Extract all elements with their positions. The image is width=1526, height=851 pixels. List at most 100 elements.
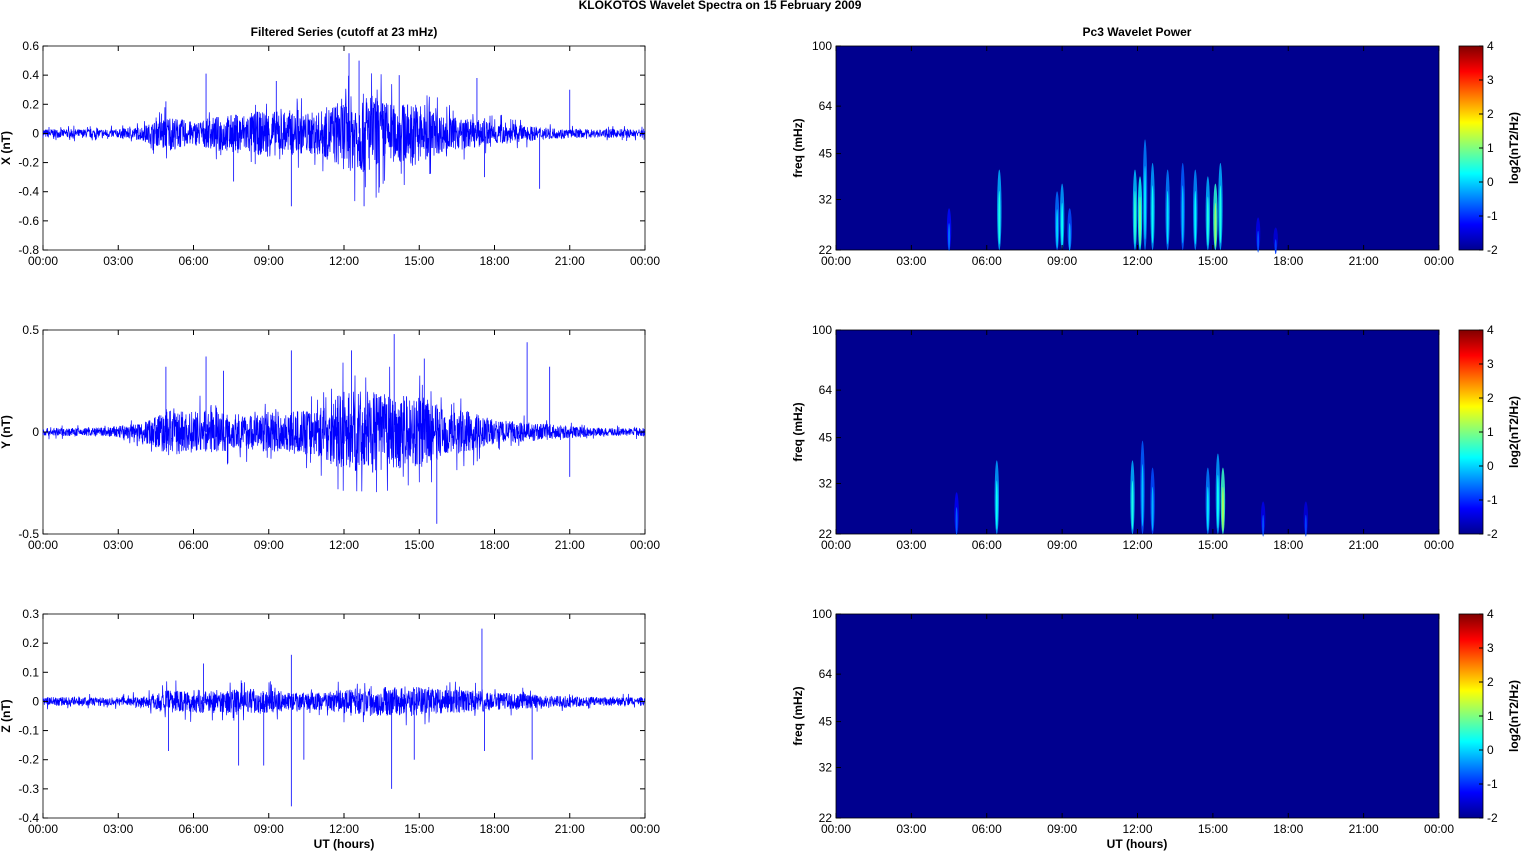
wavelet-x-tick-label: 09:00 (1047, 822, 1077, 836)
series-x-tick-label: 18:00 (479, 538, 509, 552)
series-x-tick-label: 03:00 (103, 254, 133, 268)
wavelet-x-tick-label: 03:00 (896, 538, 926, 552)
wavelet-x-tick-label: 00:00 (1424, 254, 1454, 268)
series-x-tick-label: 21:00 (555, 822, 585, 836)
wavelet-x-tick-label: 12:00 (1122, 822, 1152, 836)
series-ylabel: X (nT) (0, 131, 13, 165)
colorbar-tick-label: 4 (1487, 39, 1494, 53)
y-tick-label: 0.1 (22, 665, 39, 679)
y-tick-label: 0.3 (22, 607, 39, 621)
colorbar-tick-label: 4 (1487, 323, 1494, 337)
wavelet-x-tick-label: 21:00 (1349, 538, 1379, 552)
wavelet-x-tick-label: 12:00 (1122, 254, 1152, 268)
y-tick-label: -0.1 (18, 724, 39, 738)
wavelet-burst-core (1151, 486, 1154, 531)
wavelet-axes-X (835, 45, 1440, 251)
wavelet-burst-core (1262, 514, 1265, 537)
wavelet-burst-core (1181, 185, 1184, 244)
wavelet-x-tick-label: 15:00 (1198, 254, 1228, 268)
wavelet-x-tick-label: 09:00 (1047, 254, 1077, 268)
series-x-tick-label: 15:00 (404, 822, 434, 836)
y-tick-label: 64 (819, 99, 833, 113)
y-tick-label: -0.2 (18, 753, 39, 767)
colorbar-tick-label: 2 (1487, 107, 1494, 121)
wavelet-x-tick-label: 03:00 (896, 254, 926, 268)
wavelet-axes-Y (835, 329, 1440, 535)
series-x-tick-label: 21:00 (555, 254, 585, 268)
wavelet-burst-core (1144, 165, 1147, 240)
wavelet-burst-core (1214, 202, 1217, 247)
y-tick-label: 32 (819, 477, 833, 491)
y-tick-label: 0.4 (22, 68, 39, 82)
wavelet-burst-core (1056, 209, 1059, 249)
wavelet-burst-core (998, 190, 1001, 245)
colorbar-tick-label: -1 (1487, 493, 1498, 507)
y-tick-label: 64 (819, 383, 833, 397)
wavelet-burst-core (1068, 223, 1071, 252)
series-x-tick-label: 00:00 (630, 254, 660, 268)
series-x-tick-label: 00:00 (28, 254, 58, 268)
y-tick-label: 0.2 (22, 636, 39, 650)
series-x-tick-label: 00:00 (630, 822, 660, 836)
y-tick-label: -0.6 (18, 214, 39, 228)
wavelet-x-tick-label: 15:00 (1198, 822, 1228, 836)
y-tick-label: 0.5 (22, 323, 39, 337)
y-tick-label: 0.6 (22, 39, 39, 53)
colorbar-label: log2(nT2/Hz) (1507, 112, 1521, 184)
series-x-tick-label: 00:00 (28, 822, 58, 836)
left-xlabel: UT (hours) (314, 837, 375, 851)
colorbar-label: log2(nT2/Hz) (1507, 396, 1521, 468)
wavelet-burst-core (1206, 486, 1209, 531)
series-x-tick-label: 03:00 (103, 822, 133, 836)
colorbar-tick-label: 0 (1487, 175, 1494, 189)
series-x-tick-label: 15:00 (404, 254, 434, 268)
right-column-title: Pc3 Wavelet Power (1083, 25, 1192, 39)
wavelet-burst-core (1133, 190, 1136, 245)
wavelet-burst-core (1139, 196, 1142, 246)
y-tick-label: 100 (812, 607, 832, 621)
wavelet-burst-core (1304, 514, 1307, 537)
wavelet-x-tick-label: 06:00 (972, 822, 1002, 836)
y-tick-label: -0.3 (18, 782, 39, 796)
left-column-title: Filtered Series (cutoff at 23 mHz) (251, 25, 438, 39)
wavelet-burst-core (955, 507, 958, 536)
wavelet-x-tick-label: 09:00 (1047, 538, 1077, 552)
wavelet-x-tick-label: 00:00 (821, 822, 851, 836)
colorbar-tick-label: -2 (1487, 527, 1498, 541)
y-tick-label: 45 (819, 147, 833, 161)
colorbar-label: log2(nT2/Hz) (1507, 680, 1521, 752)
wavelet-burst-core (1219, 185, 1222, 244)
wavelet-burst-core (1221, 486, 1224, 531)
wavelet-burst-core (995, 480, 998, 530)
series-x-tick-label: 15:00 (404, 538, 434, 552)
series-x-tick-label: 18:00 (479, 822, 509, 836)
wavelet-x-tick-label: 00:00 (821, 254, 851, 268)
wavelet-ylabel: freq (mHz) (791, 686, 805, 745)
wavelet-burst-core (1257, 230, 1260, 253)
wavelet-ylabel: freq (mHz) (791, 402, 805, 461)
y-tick-label: -0.4 (18, 185, 39, 199)
y-tick-label: 32 (819, 193, 833, 207)
series-x-tick-label: 03:00 (103, 538, 133, 552)
series-x-tick-label: 06:00 (178, 822, 208, 836)
colorbar-tick-label: 2 (1487, 675, 1494, 689)
y-tick-label: 64 (819, 667, 833, 681)
y-tick-label: 0.2 (22, 97, 39, 111)
colorbar-tick-label: 1 (1487, 425, 1494, 439)
colorbar-tick-label: -1 (1487, 777, 1498, 791)
series-x-tick-label: 00:00 (630, 538, 660, 552)
wavelet-x-tick-label: 00:00 (1424, 822, 1454, 836)
wavelet-burst-core (1131, 480, 1134, 530)
series-x-tick-label: 18:00 (479, 254, 509, 268)
series-x-tick-label: 12:00 (329, 822, 359, 836)
wavelet-burst-core (1274, 239, 1277, 255)
colorbar-tick-label: 0 (1487, 459, 1494, 473)
figure: KLOKOTOS Wavelet Spectra on 15 February … (0, 0, 1521, 851)
y-tick-label: -0.2 (18, 156, 39, 170)
colorbar-tick-label: 3 (1487, 641, 1494, 655)
wavelet-x-tick-label: 06:00 (972, 538, 1002, 552)
y-tick-label: 0 (32, 126, 39, 140)
wavelet-x-tick-label: 00:00 (821, 538, 851, 552)
series-x-tick-label: 12:00 (329, 254, 359, 268)
series-x-tick-label: 09:00 (254, 254, 284, 268)
